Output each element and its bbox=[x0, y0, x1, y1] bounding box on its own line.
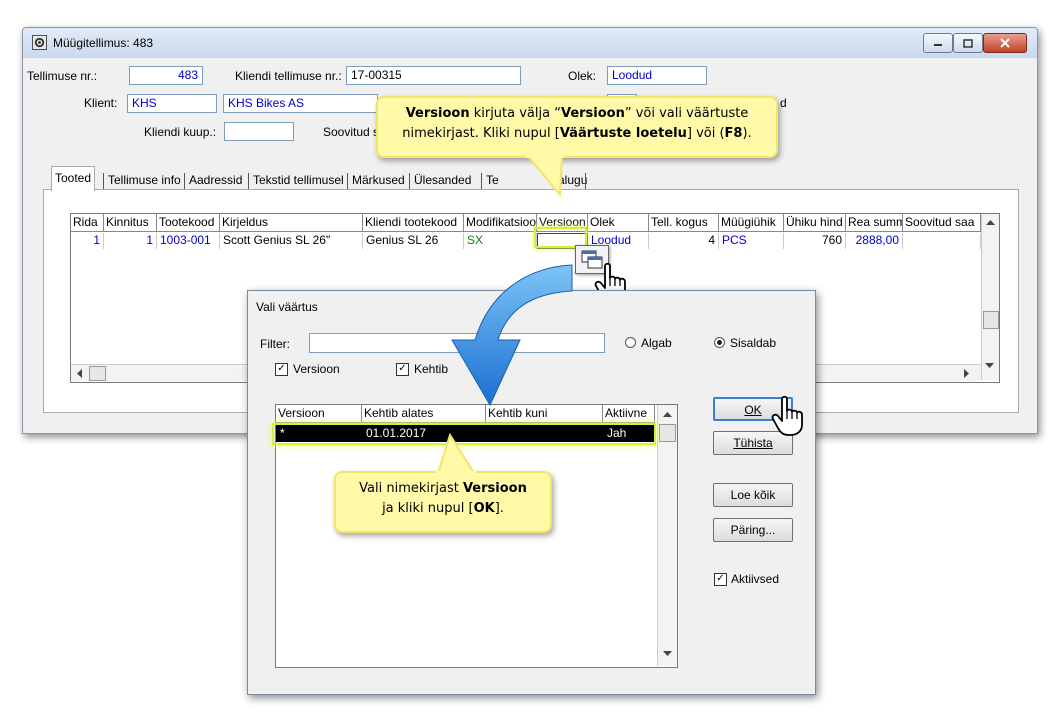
col-header[interactable]: Tell. kogus bbox=[649, 214, 719, 232]
callout-top-text: F8 bbox=[724, 126, 743, 141]
scroll-right-icon[interactable] bbox=[964, 369, 970, 378]
callout-top-text: kirjuta välja “ bbox=[469, 106, 561, 121]
radio-starts-label: Algab bbox=[641, 336, 672, 350]
col-header[interactable]: Tootekood bbox=[157, 214, 220, 232]
callout-top-text: Väärtuste loetelu bbox=[559, 126, 687, 141]
filter-label: Filter: bbox=[260, 337, 290, 351]
tab-tellimuse-info[interactable]: Tellimuse info bbox=[105, 169, 184, 191]
tab-aadressid[interactable]: Aadressid bbox=[186, 169, 245, 191]
tab-ulesanded[interactable]: Ülesanded bbox=[411, 169, 474, 191]
client-date-label: Kliendi kuup.: bbox=[144, 125, 217, 139]
radio-contains-label: Sisaldab bbox=[730, 336, 777, 350]
close-icon bbox=[1000, 38, 1010, 48]
scroll-up-icon[interactable] bbox=[986, 219, 995, 225]
list-scrollbar[interactable] bbox=[657, 405, 677, 666]
col-header[interactable]: Olek bbox=[588, 214, 649, 232]
col-header[interactable]: Modifikatsioo bbox=[464, 214, 537, 232]
cell-tootekood[interactable]: 1003-001 bbox=[157, 233, 220, 249]
hand-cursor-icon bbox=[771, 395, 803, 436]
callout-top: Versioon kirjuta välja “Versioon” või va… bbox=[376, 96, 778, 158]
col-header[interactable]: Ühiku hind bbox=[784, 214, 846, 232]
cell-yhik[interactable]: PCS bbox=[719, 233, 784, 249]
tab-markused[interactable]: Märkused bbox=[349, 169, 408, 191]
col-header[interactable]: Soovitud saa bbox=[903, 214, 981, 232]
cell-summa[interactable]: 2888,00 bbox=[846, 233, 903, 249]
callout-top-pointer bbox=[525, 155, 564, 197]
status-field: Loodud bbox=[607, 66, 707, 85]
app-gear-icon bbox=[32, 35, 47, 50]
vertical-scrollbar[interactable] bbox=[981, 214, 999, 380]
maximize-button[interactable] bbox=[953, 33, 983, 53]
col-header[interactable]: Rea summ bbox=[846, 214, 903, 232]
callout-bottom-pointer bbox=[436, 433, 476, 475]
scroll-down-icon[interactable] bbox=[663, 651, 672, 657]
order-no-field[interactable]: 483 bbox=[129, 66, 203, 85]
cell-kirjeldus[interactable]: Scott Genius SL 26" bbox=[220, 233, 363, 249]
cell-kinnitus[interactable]: 1 bbox=[104, 233, 157, 249]
callout-top-text: ). bbox=[742, 126, 752, 141]
client-label: Klient: bbox=[84, 96, 118, 110]
callout-bottom-text: Vali nimekirjast bbox=[359, 481, 463, 496]
query-button[interactable]: Päring... bbox=[713, 518, 793, 542]
tab-te[interactable]: Te bbox=[483, 169, 502, 191]
check-valid[interactable]: ✓ bbox=[396, 363, 409, 376]
callout-bottom-text: ]. bbox=[494, 501, 504, 516]
check-version-label: Versioon bbox=[293, 362, 340, 376]
col-header[interactable]: Müügiühik bbox=[719, 214, 784, 232]
cell-kogus[interactable]: 4 bbox=[649, 233, 719, 249]
callout-top-text: Versioon bbox=[560, 106, 625, 121]
callout-bottom-text: OK bbox=[473, 501, 495, 516]
cell-hind[interactable]: 760 bbox=[784, 233, 846, 249]
minimize-icon bbox=[934, 44, 942, 46]
list-col-header[interactable]: Aktiivne bbox=[603, 405, 655, 423]
callout-bottom-text: Versioon bbox=[462, 481, 527, 496]
radio-contains[interactable] bbox=[714, 337, 725, 348]
client-code-field[interactable]: KHS bbox=[127, 94, 217, 113]
callout-bottom-text: ja kliki nupul [ bbox=[382, 501, 474, 516]
client-date-field[interactable] bbox=[224, 122, 294, 141]
minimize-button[interactable] bbox=[923, 33, 953, 53]
col-header[interactable]: Rida bbox=[71, 214, 104, 232]
callout-bottom: Vali nimekirjast Versioon ja kliki nupul… bbox=[334, 471, 552, 533]
scroll-thumb[interactable] bbox=[983, 311, 999, 329]
client-name-field: KHS Bikes AS bbox=[223, 94, 378, 113]
load-all-button[interactable]: Loe kõik bbox=[713, 483, 793, 507]
col-header[interactable]: Kinnitus bbox=[104, 214, 157, 232]
callout-top-text: ] või ( bbox=[686, 126, 725, 141]
scroll-down-icon[interactable] bbox=[985, 363, 994, 369]
check-active-label: Aktiivsed bbox=[731, 572, 780, 586]
list-scroll-thumb[interactable] bbox=[659, 424, 676, 442]
dialog-title: Vali väärtus bbox=[256, 300, 318, 314]
order-no-label: Tellimuse nr.: bbox=[27, 69, 98, 83]
close-button[interactable] bbox=[983, 33, 1027, 53]
client-order-field[interactable]: 17-00315 bbox=[346, 66, 521, 85]
window-title: Müügitellimus: 483 bbox=[53, 36, 154, 50]
cell-rida[interactable]: 1 bbox=[71, 233, 104, 249]
tab-tekstid[interactable]: Tekstid tellimusel bbox=[250, 169, 347, 191]
cell-soovitud[interactable] bbox=[903, 233, 981, 249]
status-label: Olek: bbox=[568, 69, 597, 83]
maximize-icon bbox=[963, 38, 973, 48]
radio-starts[interactable] bbox=[625, 337, 636, 348]
scroll-up-icon[interactable] bbox=[663, 411, 672, 417]
agreed-label: Soovitud s bbox=[323, 125, 380, 139]
curved-arrow-icon bbox=[451, 264, 573, 407]
hscroll-thumb[interactable] bbox=[89, 366, 106, 381]
tab-tooted[interactable]: Tooted bbox=[51, 166, 96, 191]
col-header[interactable]: Kirjeldus bbox=[220, 214, 363, 232]
check-version[interactable]: ✓ bbox=[275, 363, 288, 376]
title-bar: Müügitellimus: 483 bbox=[23, 28, 1037, 58]
check-active[interactable]: ✓ bbox=[714, 573, 727, 586]
scroll-left-icon[interactable] bbox=[76, 369, 82, 378]
client-order-label: Kliendi tellimuse nr.: bbox=[235, 69, 342, 83]
col-header[interactable]: Kliendi tootekood bbox=[363, 214, 464, 232]
right-label-tail: d bbox=[780, 96, 787, 110]
callout-top-text: Versioon bbox=[405, 106, 470, 121]
list-col-header[interactable]: Versioon bbox=[276, 405, 362, 423]
